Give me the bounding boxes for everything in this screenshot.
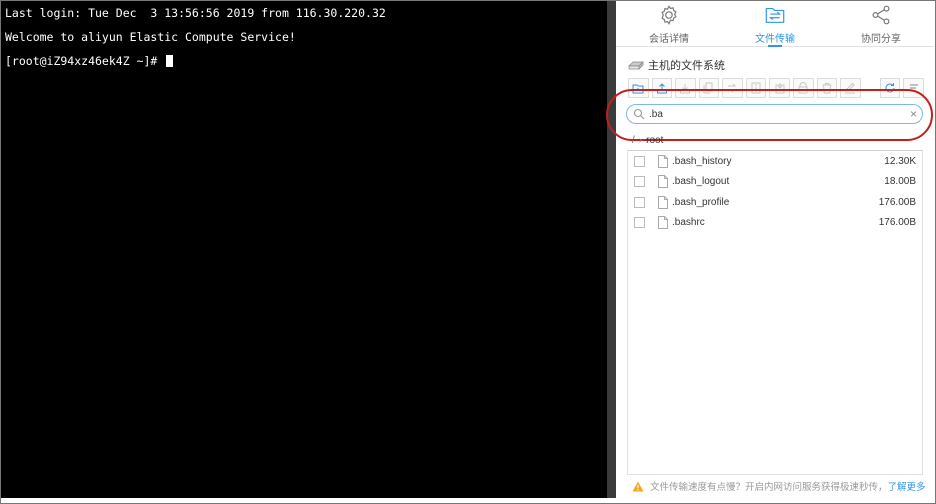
file-checkbox[interactable]	[634, 196, 645, 208]
tab-collaborative-share[interactable]: 协同分享	[828, 1, 934, 46]
file-size: 176.00B	[878, 217, 916, 229]
file-row[interactable]: .bash_history 12.30K	[628, 151, 922, 172]
tab-label: 协同分享	[861, 34, 901, 45]
panel-tabs: 会话详情 文件传输 协同分享	[616, 1, 934, 47]
file-checkbox[interactable]	[634, 217, 645, 229]
file-size: 176.00B	[878, 196, 916, 208]
file-transfer-icon	[765, 7, 785, 23]
file-name: .bash_logout	[672, 176, 730, 188]
file-name: .bash_profile	[672, 196, 730, 208]
file-name: .bash_history	[672, 155, 732, 167]
notice-text: 文件传输速度有点慢？开启内网访问服务获得极速秒传，	[650, 482, 888, 493]
pane-divider[interactable]	[607, 1, 616, 498]
file-row[interactable]: .bashrc 176.00B	[628, 213, 922, 234]
terminal-line: Welcome to aliyun Elastic Compute Servic…	[5, 30, 296, 44]
tab-label: 文件传输	[755, 34, 795, 45]
warning-icon	[632, 481, 644, 491]
terminal-cursor	[166, 55, 174, 67]
breadcrumb: / › root	[632, 135, 663, 146]
breadcrumb-current[interactable]: root	[646, 135, 663, 146]
section-title-label: 主机的文件系统	[648, 60, 725, 72]
gear-icon	[661, 5, 677, 25]
hard-drive-icon	[628, 61, 644, 70]
terminal[interactable]: Last login: Tue Dec 3 13:56:56 2019 from…	[1, 1, 607, 498]
file-list: .bash_history 12.30K .bash_logout 18.00B…	[627, 150, 923, 475]
file-icon	[658, 154, 668, 168]
tab-file-transfer[interactable]: 文件传输	[722, 1, 828, 47]
clear-search-icon[interactable]: ×	[910, 107, 917, 121]
transfer-speed-notice: 文件传输速度有点慢？开启内网访问服务获得极速秒传，了解更多	[632, 479, 932, 493]
file-checkbox[interactable]	[634, 155, 645, 167]
terminal-line: Last login: Tue Dec 3 13:56:56 2019 from…	[5, 6, 386, 20]
host-filesystem-title: 主机的文件系统	[628, 57, 725, 73]
file-search-box[interactable]: ×	[626, 104, 923, 124]
terminal-prompt: [root@iZ94xz46ek4Z ~]#	[5, 54, 165, 68]
tab-session-details[interactable]: 会话详情	[616, 1, 722, 46]
file-checkbox[interactable]	[634, 176, 645, 188]
tab-label: 会话详情	[649, 34, 689, 45]
side-panel: 会话详情 文件传输 协同分享 主机的文件系统 .ba × / › root .b…	[606, 1, 934, 502]
file-row[interactable]: .bash_profile 176.00B	[628, 192, 922, 213]
share-icon	[872, 5, 890, 25]
file-name: .bashrc	[672, 217, 705, 229]
file-size: 18.00B	[884, 176, 916, 188]
breadcrumb-separator-icon: ›	[638, 135, 643, 146]
file-size: 12.30K	[884, 155, 916, 167]
file-icon	[658, 195, 668, 209]
learn-more-link[interactable]: 了解更多	[888, 482, 926, 493]
file-icon	[658, 175, 668, 189]
file-icon	[658, 216, 668, 230]
breadcrumb-root[interactable]: /	[632, 135, 635, 146]
search-input[interactable]	[649, 108, 899, 120]
terminal-prompt-line: [root@iZ94xz46ek4Z ~]#	[5, 49, 607, 73]
search-icon	[633, 108, 645, 120]
file-row[interactable]: .bash_logout 18.00B	[628, 172, 922, 193]
